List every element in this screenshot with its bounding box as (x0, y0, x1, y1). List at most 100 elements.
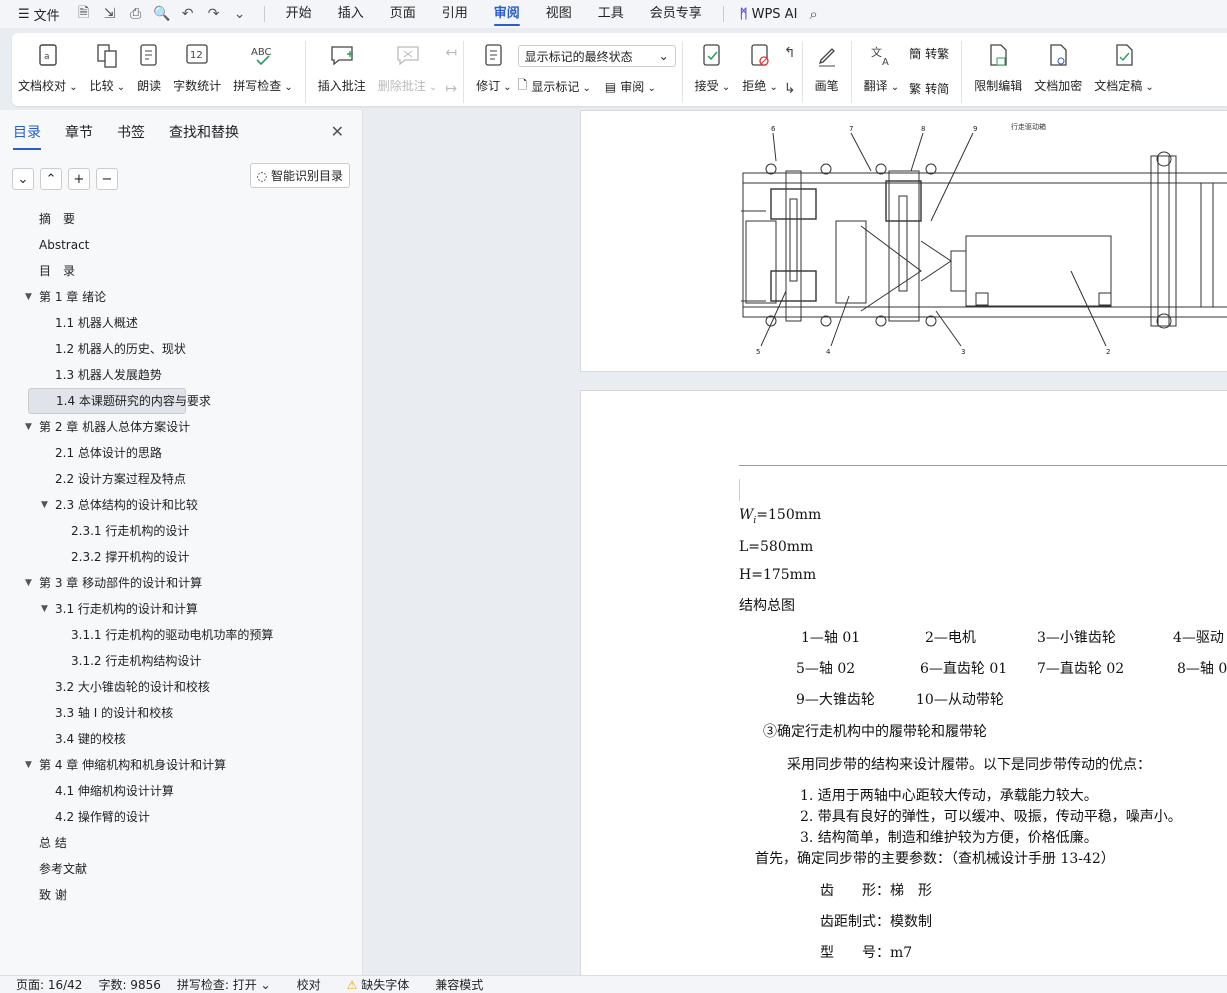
toc-item[interactable]: 2.3.1 行走机构的设计 (0, 518, 362, 544)
display-state-value: 显示标记的最终状态 (524, 49, 633, 64)
toc-item[interactable]: Abstract (0, 232, 362, 258)
toc-item[interactable]: 3.1.2 行走机构结构设计 (0, 648, 362, 674)
undo-icon[interactable]: ↶ (178, 6, 198, 22)
toc-item[interactable]: 摘 要 (0, 206, 362, 232)
toc-item[interactable]: 3.2 大小锥齿轮的设计和校核 (0, 674, 362, 700)
missing-font-status[interactable]: ⚠ 缺失字体 (321, 976, 410, 993)
legend-item: 6—直齿轮 01 (920, 661, 1008, 677)
caret-down-icon[interactable]: ▼ (25, 752, 32, 778)
word-count-button[interactable]: 12 字数统计 (167, 41, 227, 101)
toc-item[interactable]: ▼ 第 3 章 移动部件的设计和计算 (0, 570, 362, 596)
legend-item: 9—大锥齿轮 (796, 692, 875, 708)
wps-ai-button[interactable]: ᛗ WPS AI (732, 7, 806, 22)
toc-item[interactable]: ▼ 3.1 行走机构的设计和计算 (0, 596, 362, 622)
word-count-indicator[interactable]: 字数: 9856 (82, 976, 160, 993)
file-menu[interactable]: ☰ 文件 (0, 5, 68, 24)
toc-item[interactable]: 3.1.1 行走机构的驱动电机功率的预算 (0, 622, 362, 648)
spell-check-button[interactable]: ABC 拼写检查 (227, 41, 299, 101)
toc-item[interactable]: ▼ 第 2 章 机器人总体方案设计 (0, 414, 362, 440)
caret-down-icon[interactable]: ▼ (41, 596, 48, 622)
toc-item[interactable]: ▼ 第 1 章 绪论 (0, 284, 362, 310)
share-icon[interactable]: ⇲ (100, 6, 120, 22)
review-pane-button[interactable]: ▤ 审阅 (605, 78, 656, 95)
page-indicator[interactable]: 页面: 16/42 (0, 976, 82, 993)
toc-item[interactable]: ▼ 第 4 章 伸缩机构和机身设计和计算 (0, 752, 362, 778)
pen-icon (815, 41, 839, 71)
toc-item[interactable]: 1.1 机器人概述 (0, 310, 362, 336)
encrypt-button[interactable]: 文档加密 (1028, 41, 1088, 101)
reject-button[interactable]: 拒绝 (736, 41, 784, 101)
caret-down-icon[interactable]: ▼ (41, 492, 48, 518)
add-level-button[interactable]: + (68, 168, 90, 190)
print-preview-icon[interactable]: 🔍 (152, 6, 172, 22)
read-aloud-button[interactable]: 朗读 (131, 41, 167, 101)
next-change-icon[interactable]: ↳ (784, 81, 796, 97)
tab-find-replace[interactable]: 查找和替换 (169, 122, 239, 150)
compare-button[interactable]: 比较 (84, 41, 132, 101)
toc-item[interactable]: 2.2 设计方案过程及特点 (0, 466, 362, 492)
close-icon[interactable]: ✕ (331, 122, 344, 141)
callout-8: 8 (921, 125, 925, 133)
toc-item[interactable]: 2.3.2 撑开机构的设计 (0, 544, 362, 570)
display-state-select[interactable]: 显示标记的最终状态 ⌄ (517, 45, 676, 67)
markup-controls: 显示标记的最终状态 ⌄ 🗋显示标记 ▤审阅 (517, 45, 676, 97)
toc-item[interactable]: 4.2 操作臂的设计 (0, 804, 362, 830)
toc-item[interactable]: 1.4 本课题研究的内容与要求 (28, 388, 211, 414)
next-comment-icon[interactable]: ↦ (445, 81, 457, 97)
tab-view[interactable]: 视图 (533, 0, 585, 28)
toc-item-label: 3.1.1 行走机构的驱动电机功率的预算 (71, 628, 274, 642)
to-traditional-button[interactable]: 簡转繁 (909, 45, 949, 62)
caret-down-icon[interactable]: ▼ (25, 570, 32, 596)
tab-bookmarks[interactable]: 书签 (117, 122, 145, 150)
previous-change-icon[interactable]: ↰ (784, 45, 796, 61)
toc-item[interactable]: ▼ 2.3 总体结构的设计和比较 (0, 492, 362, 518)
tab-tools[interactable]: 工具 (585, 0, 637, 28)
proof-button[interactable]: a 文档校对 (12, 41, 84, 101)
pen-button[interactable]: 画笔 (809, 41, 845, 101)
accept-button[interactable]: 接受 (689, 41, 737, 101)
w-symbol: W (739, 507, 754, 523)
toc-item[interactable]: 总 结 (0, 830, 362, 856)
tab-review[interactable]: 审阅 (481, 0, 533, 28)
chevron-down-icon[interactable]: ⌄ (230, 6, 250, 22)
tab-member[interactable]: 会员专享 (637, 0, 715, 28)
track-changes-button[interactable]: 修订 (470, 41, 518, 101)
print-icon[interactable]: ⎙ (126, 6, 146, 22)
save-icon[interactable]: 🗎 (74, 2, 94, 26)
remove-level-button[interactable]: − (96, 168, 118, 190)
show-markup-button[interactable]: 🗋 显示标记 (518, 76, 591, 97)
collapse-up-button[interactable]: ⌃ (40, 168, 62, 190)
toc-item[interactable]: 参考文献 (0, 856, 362, 882)
delete-comment-button[interactable]: 删除批注 (372, 41, 444, 101)
toc-item-label: 1.1 机器人概述 (55, 316, 138, 330)
tab-insert[interactable]: 插入 (325, 0, 377, 28)
smart-toc-button[interactable]: ◌ 智能识别目录 (249, 163, 350, 188)
expand-down-button[interactable]: ⌄ (12, 168, 34, 190)
search-icon[interactable]: ⌕ (809, 5, 817, 23)
to-simplified-button[interactable]: 繁转简 (909, 80, 949, 97)
toc-item[interactable]: 3.4 键的校核 (0, 726, 362, 752)
toc-item[interactable]: 致 谢 (0, 882, 362, 908)
toc-item[interactable]: 2.1 总体设计的思路 (0, 440, 362, 466)
caret-down-icon[interactable]: ▼ (25, 414, 32, 440)
spell-check-status[interactable]: 拼写检查: 打开 ⌄ (161, 976, 271, 993)
toc-item[interactable]: 1.2 机器人的历史、现状 (0, 336, 362, 362)
tab-sections[interactable]: 章节 (65, 122, 93, 150)
translate-button[interactable]: 文 A 翻译 (858, 41, 906, 101)
previous-comment-icon[interactable]: ↤ (445, 45, 457, 61)
tab-references[interactable]: 引用 (429, 0, 481, 28)
toc-item[interactable]: 目 录 (0, 258, 362, 284)
toc-item[interactable]: 1.3 机器人发展趋势 (0, 362, 362, 388)
tab-page[interactable]: 页面 (377, 0, 429, 28)
insert-comment-button[interactable]: 插入批注 (312, 41, 372, 101)
tab-toc[interactable]: 目录 (13, 122, 41, 150)
proof-status[interactable]: 校对 (271, 976, 321, 993)
toc-item[interactable]: 4.1 伸缩机构设计计算 (0, 778, 362, 804)
caret-down-icon[interactable]: ▼ (25, 284, 32, 310)
finalize-button[interactable]: 文档定稿 (1088, 41, 1160, 101)
comment-add-icon (329, 41, 355, 71)
toc-item[interactable]: 3.3 轴 I 的设计和校核 (0, 700, 362, 726)
restrict-editing-button[interactable]: 限制编辑 (968, 41, 1028, 101)
redo-icon[interactable]: ↷ (204, 6, 224, 22)
tab-home[interactable]: 开始 (273, 0, 325, 28)
